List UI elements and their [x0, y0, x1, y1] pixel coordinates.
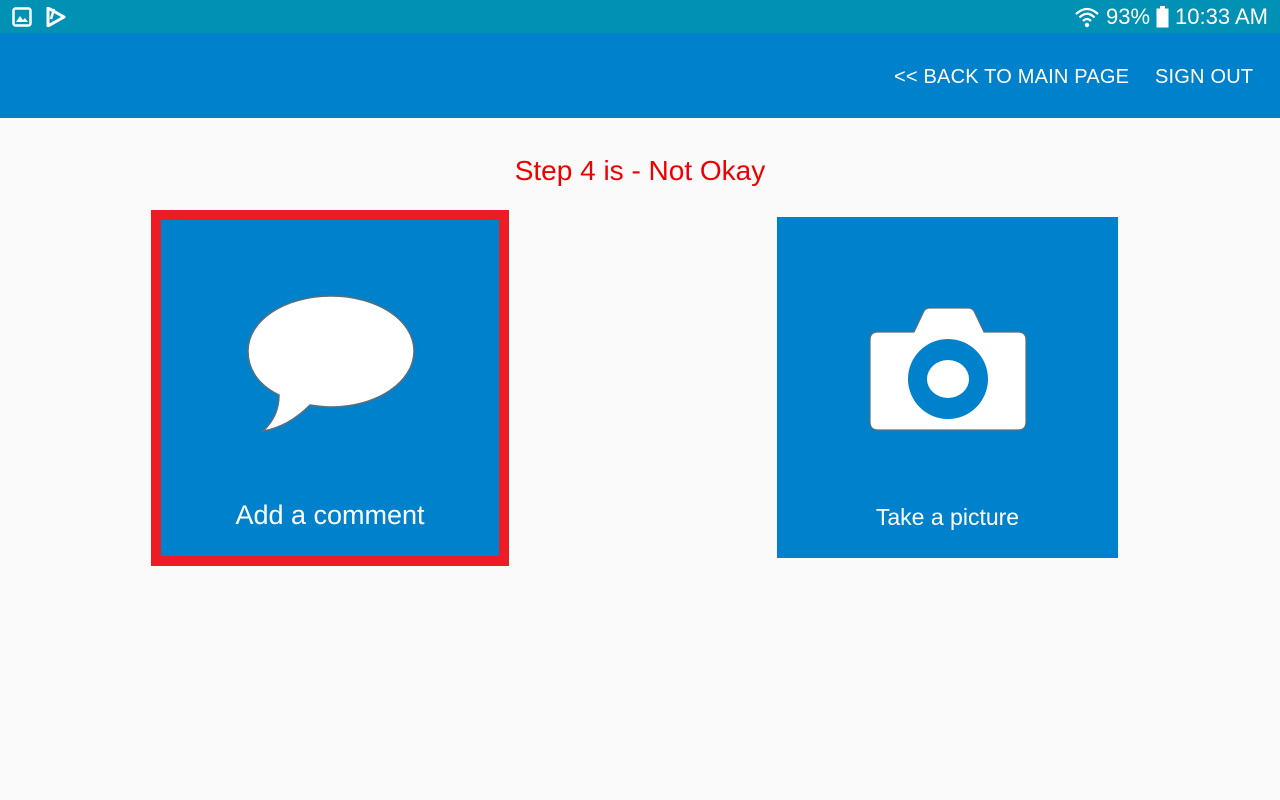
battery-icon — [1156, 5, 1169, 27]
add-comment-label: Add a comment — [235, 500, 425, 530]
status-right: 93% 10:33 AM — [1074, 0, 1268, 33]
page-title: Step 4 is - Not Okay — [514, 155, 766, 186]
play-store-icon — [46, 7, 66, 27]
back-to-main-page-button[interactable]: << BACK TO MAIN PAGE — [894, 33, 1129, 118]
clock: 10:33 AM — [1175, 3, 1268, 29]
sign-out-button[interactable]: SIGN OUT — [1155, 33, 1253, 118]
take-picture-button[interactable]: Take a picture — [777, 217, 1118, 558]
status-left-icons — [12, 7, 66, 27]
take-picture-label: Take a picture — [875, 504, 1020, 530]
add-comment-button[interactable]: Add a comment — [151, 210, 509, 566]
image-icon — [12, 7, 32, 27]
speech-bubble-icon — [247, 295, 415, 433]
battery-percent: 93% — [1106, 3, 1151, 29]
camera-icon — [869, 308, 1027, 431]
wifi-icon — [1075, 7, 1099, 27]
status-bar: 93% 10:33 AM — [0, 0, 1280, 33]
